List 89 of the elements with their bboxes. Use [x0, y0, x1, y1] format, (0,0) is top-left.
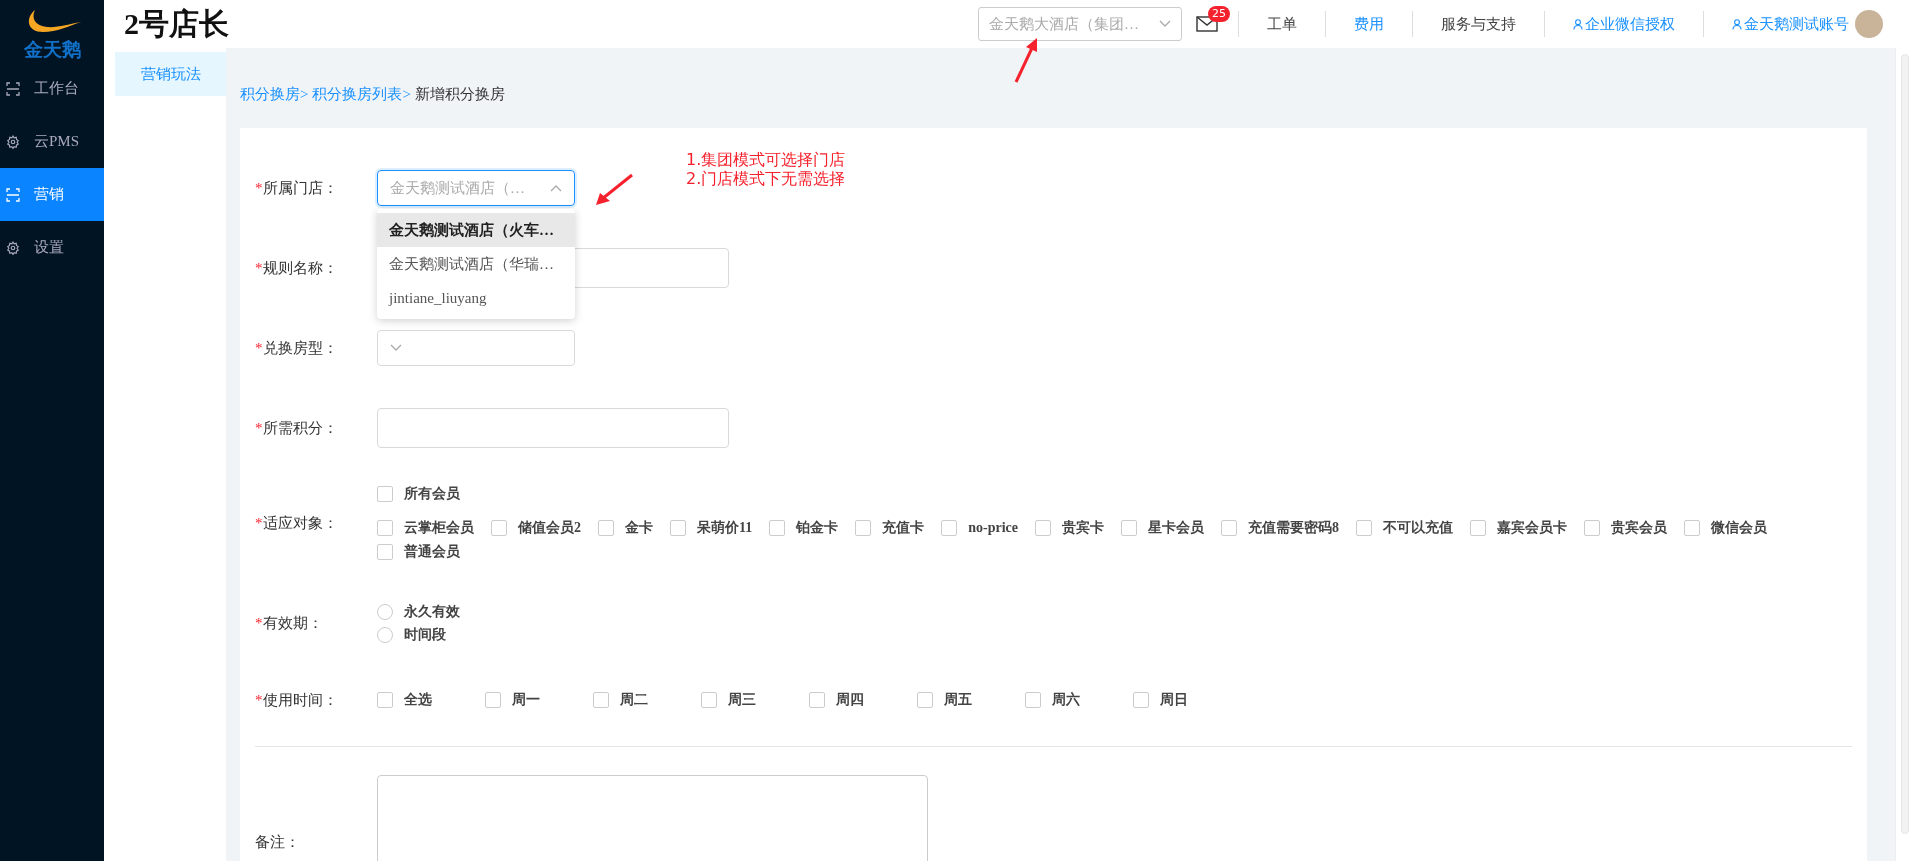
user-icon — [1573, 18, 1583, 30]
checkbox-option[interactable]: 周六 — [1025, 691, 1133, 709]
checkbox-option[interactable]: 周三 — [701, 691, 809, 709]
field-label: 备注： — [255, 834, 300, 850]
chevron-icon — [550, 184, 562, 192]
breadcrumb-current: 新增积分换房 — [414, 84, 505, 104]
sidebar-item[interactable]: 设置 — [0, 221, 104, 274]
checkbox-option[interactable]: no-price — [941, 519, 1018, 537]
mail-icon[interactable] — [1196, 16, 1218, 32]
checkbox-option[interactable]: 贵宾卡 — [1035, 519, 1104, 537]
field-label: *适应对象： — [255, 513, 339, 533]
annotation-text: 1.集团模式可选择门店 — [686, 150, 846, 169]
dropdown-option[interactable]: 金天鹅测试酒店（华瑞… — [377, 247, 575, 281]
checkbox[interactable] — [1035, 520, 1051, 536]
checkbox[interactable] — [1470, 520, 1486, 536]
checkbox-option[interactable]: 周一 — [485, 691, 593, 709]
field-label: *所需积分： — [255, 418, 339, 438]
checkbox[interactable] — [377, 520, 393, 536]
checkbox[interactable] — [701, 692, 717, 708]
checkbox-option[interactable]: 周二 — [593, 691, 701, 709]
checkbox[interactable] — [855, 520, 872, 536]
chevron-icon — [390, 344, 402, 352]
checkbox-option[interactable]: 储值会员2 — [491, 519, 581, 537]
header-link[interactable]: 服务与支持 — [1412, 11, 1544, 37]
field-label: *规则名称： — [255, 258, 339, 278]
checkbox-option[interactable]: 周日 — [1133, 691, 1241, 709]
settings-icon — [6, 134, 20, 149]
text-input[interactable] — [377, 408, 729, 448]
checkbox-option[interactable]: 普通会员 — [377, 543, 460, 561]
checkbox-option[interactable]: 不可以充值 — [1356, 519, 1453, 537]
checkbox-option[interactable]: 云掌柜会员 — [377, 519, 474, 537]
dropdown-option[interactable]: jintiane_liuyang — [377, 281, 575, 315]
checkbox[interactable] — [1121, 520, 1137, 536]
settings-icon — [6, 240, 20, 255]
checkbox[interactable] — [769, 520, 786, 536]
logo-text: 金天鹅 — [23, 38, 81, 60]
checkbox[interactable] — [598, 520, 614, 536]
checkbox-option[interactable]: 所有会员 — [377, 485, 1852, 503]
frame-icon — [6, 187, 20, 202]
annotation-text: 2.门店模式下无需选择 — [686, 169, 846, 188]
checkbox-option[interactable]: 充值卡 — [855, 519, 925, 537]
checkbox-option[interactable]: 星卡会员 — [1121, 519, 1204, 537]
radio-option[interactable]: 时间段 — [377, 625, 460, 644]
avatar[interactable] — [1855, 10, 1883, 38]
radio-button[interactable] — [377, 603, 393, 620]
checkbox-option[interactable]: 充值需要密码8 — [1221, 519, 1339, 537]
frame-icon — [6, 81, 20, 96]
checkbox[interactable] — [377, 544, 393, 560]
radio-option[interactable]: 永久有效 — [377, 602, 460, 621]
sidebar-item[interactable]: 工作台 — [0, 62, 104, 115]
checkbox[interactable] — [485, 692, 501, 708]
checkbox[interactable] — [1221, 520, 1237, 536]
checkbox-option[interactable]: 微信会员 — [1684, 519, 1767, 537]
header-link[interactable]: 工单 — [1238, 11, 1325, 37]
checkbox-option[interactable]: 金卡 — [598, 519, 653, 537]
checkbox-option[interactable]: 全选 — [377, 691, 485, 709]
select-field[interactable] — [377, 330, 575, 366]
radio-button[interactable] — [377, 626, 393, 643]
chevron-icon — [1159, 20, 1171, 28]
sidebar-item[interactable]: 营销 — [0, 168, 104, 221]
checkbox-option[interactable]: 呆萌价11 — [670, 519, 753, 537]
message-count-badge: 25 — [1208, 6, 1230, 22]
checkbox[interactable] — [491, 520, 507, 536]
app-title: 2号店长 — [124, 5, 229, 42]
checkbox-option[interactable]: 周五 — [917, 691, 1025, 709]
user-icon — [1732, 18, 1742, 30]
checkbox[interactable] — [1684, 520, 1700, 536]
checkbox[interactable] — [593, 692, 609, 708]
checkbox[interactable] — [1133, 692, 1149, 708]
checkbox[interactable] — [377, 486, 393, 502]
field-label: *使用时间： — [255, 690, 339, 710]
checkbox[interactable] — [670, 520, 686, 536]
dropdown-option[interactable]: 金天鹅测试酒店（火车… — [377, 213, 575, 247]
checkbox[interactable] — [1356, 520, 1372, 536]
field-label: *兑换房型： — [255, 338, 339, 358]
checkbox-option[interactable]: 嘉宾会员卡 — [1470, 519, 1567, 537]
checkbox[interactable] — [941, 520, 958, 536]
checkbox[interactable] — [377, 692, 393, 708]
checkbox-option[interactable]: 贵宾会员 — [1584, 519, 1667, 537]
checkbox[interactable] — [1025, 692, 1041, 708]
sidebar-item[interactable]: 云PMS — [0, 115, 104, 168]
checkbox[interactable] — [917, 692, 933, 708]
scrollbar-thumb[interactable] — [1900, 54, 1909, 834]
checkbox[interactable] — [809, 692, 825, 708]
checkbox-option[interactable]: 周四 — [809, 691, 917, 709]
checkbox[interactable] — [1584, 520, 1600, 536]
checkbox-option[interactable]: 铂金卡 — [769, 519, 839, 537]
field-label: *有效期： — [255, 613, 324, 633]
field-label: *所属门店： — [255, 178, 339, 198]
